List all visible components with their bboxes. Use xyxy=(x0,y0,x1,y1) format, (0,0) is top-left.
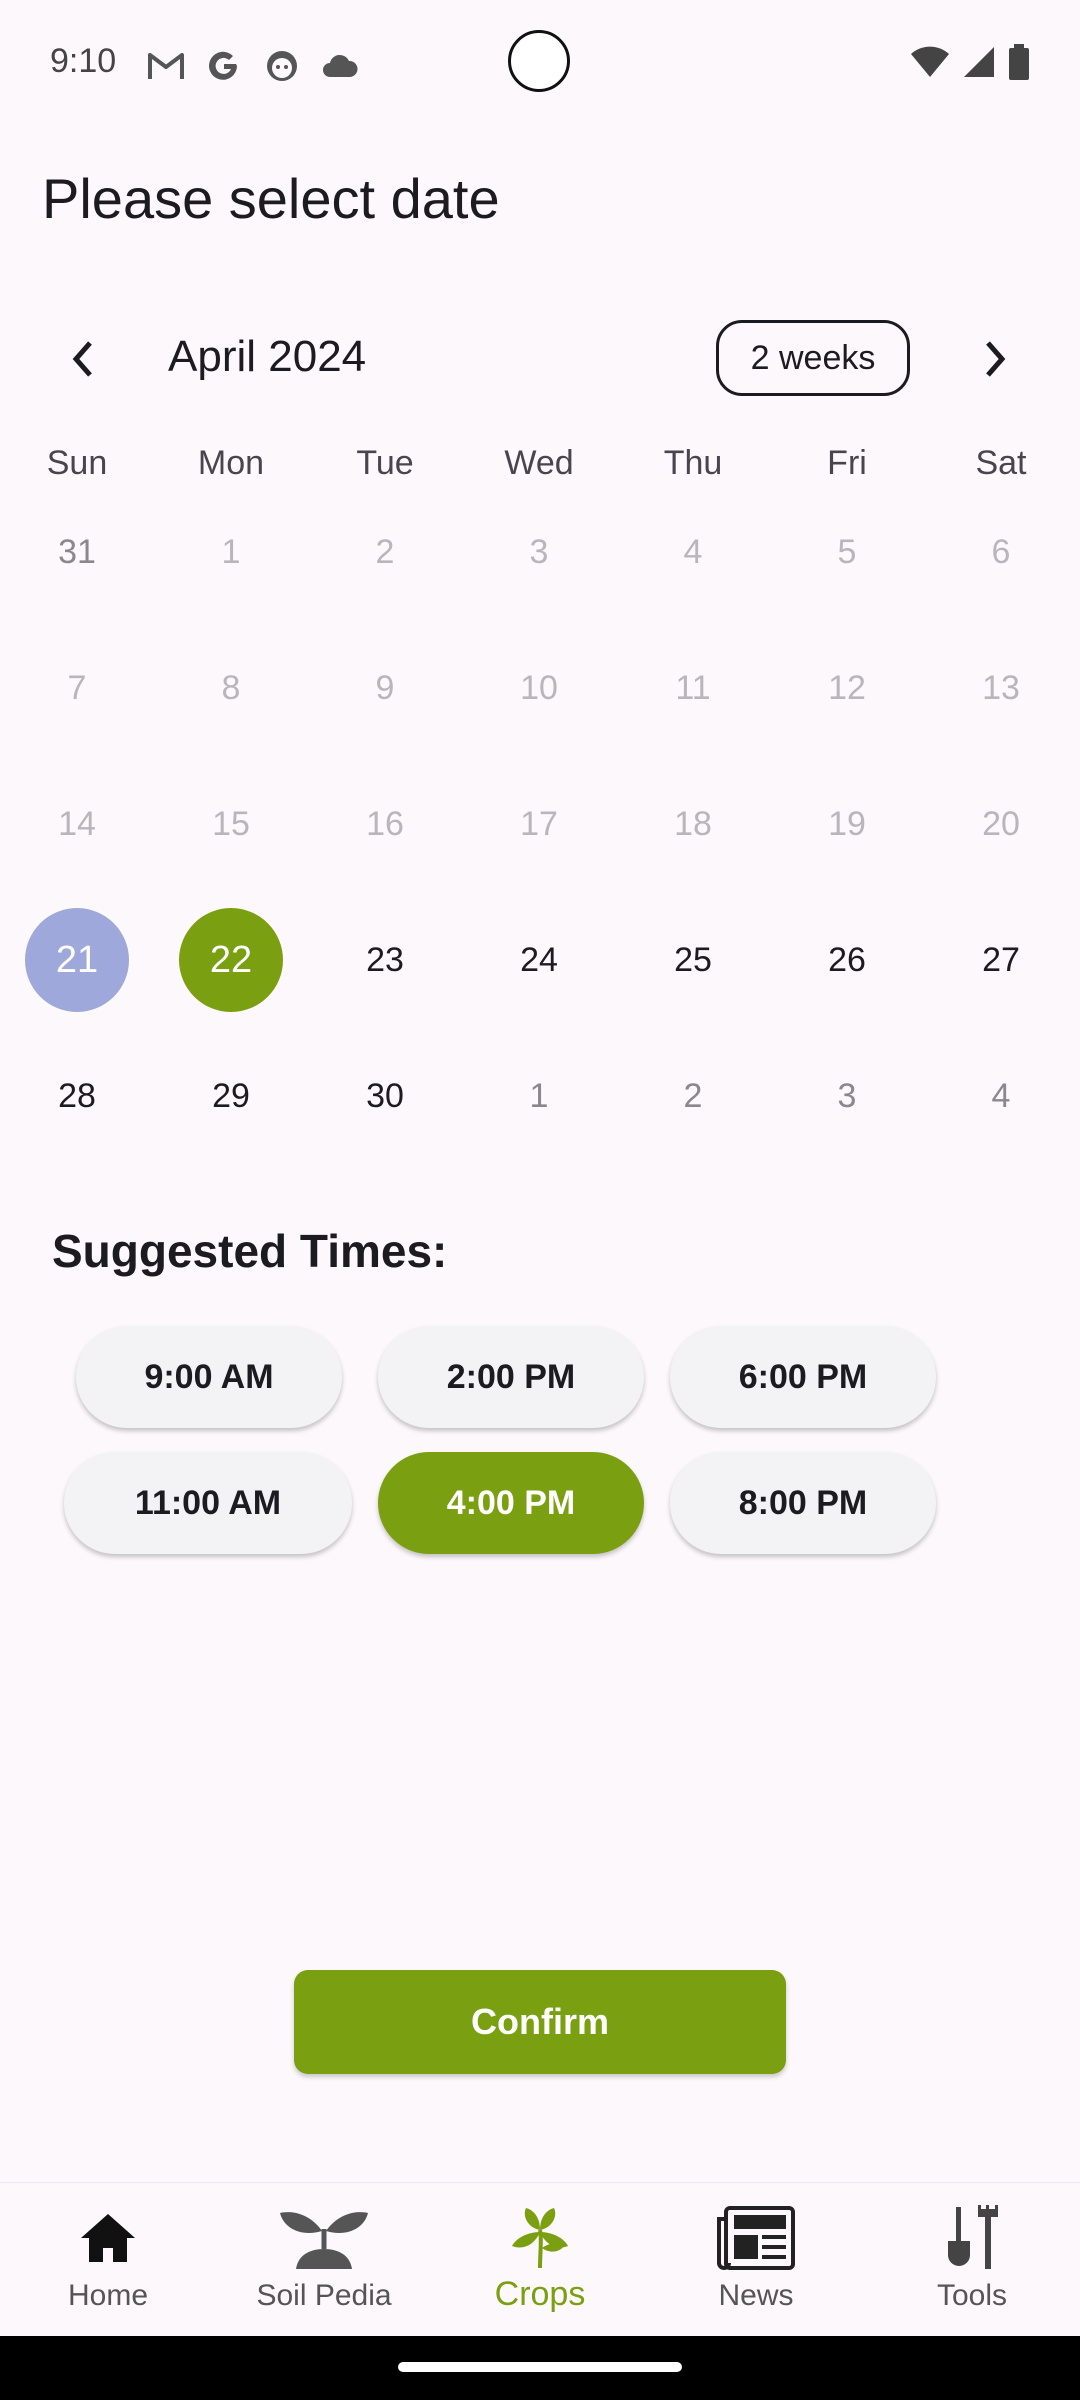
calendar-day: 11 xyxy=(675,668,711,707)
nav-label: Crops xyxy=(494,2275,586,2313)
time-chip[interactable]: 6:00 PM xyxy=(670,1326,936,1428)
nav-item-soil-pedia[interactable]: Soil Pedia xyxy=(216,2183,432,2337)
bottom-navigation: Home Soil Pedia Crops News Tools xyxy=(0,2182,1080,2337)
tools-icon xyxy=(924,2203,1020,2273)
calendar-day: 18 xyxy=(674,804,712,843)
calendar-day: 31 xyxy=(58,532,96,571)
calendar-day-selected[interactable]: 22 xyxy=(154,892,308,1028)
notification-icons xyxy=(146,46,360,86)
home-icon xyxy=(60,2203,156,2273)
system-icons xyxy=(910,44,1030,85)
google-icon xyxy=(204,46,244,86)
calendar-day: 8 xyxy=(221,668,241,707)
calendar-day: 10 xyxy=(520,668,558,707)
home-gesture-handle[interactable] xyxy=(398,2362,682,2372)
calendar-week-row: 28 29 30 1 2 3 4 xyxy=(0,1028,1080,1164)
calendar-day-today[interactable]: 21 xyxy=(0,892,154,1028)
calendar-week-row: 31 1 2 3 4 5 6 xyxy=(0,484,1080,620)
calendar-day: 9 xyxy=(375,668,395,707)
calendar-week-row: 14 15 16 17 18 19 20 xyxy=(0,756,1080,892)
calendar-week-row: 7 8 9 10 11 12 13 xyxy=(0,620,1080,756)
sprout-icon xyxy=(276,2203,372,2273)
status-bar: 9:10 xyxy=(0,0,1080,130)
calendar-day: 15 xyxy=(212,804,250,843)
calendar-day: 4 xyxy=(683,532,703,571)
calendar-day[interactable]: 24 xyxy=(462,892,616,1028)
nav-label: News xyxy=(718,2279,794,2312)
gesture-navigation-bar xyxy=(0,2336,1080,2400)
weekday-label: Sat xyxy=(975,444,1027,482)
nav-item-tools[interactable]: Tools xyxy=(864,2183,1080,2337)
nav-label: Soil Pedia xyxy=(256,2279,392,2312)
wifi-icon xyxy=(910,46,950,83)
signal-icon xyxy=(962,45,996,84)
calendar-day: 19 xyxy=(828,804,866,843)
nav-item-home[interactable]: Home xyxy=(0,2183,216,2337)
camera-cutout xyxy=(508,30,570,92)
calendar-day: 12 xyxy=(828,668,866,707)
next-month-button[interactable] xyxy=(960,318,1030,400)
calendar-day[interactable]: 23 xyxy=(308,892,462,1028)
nav-item-crops[interactable]: Crops xyxy=(432,2183,648,2337)
calendar-week-row: 21 22 23 24 25 26 27 xyxy=(0,892,1080,1028)
calendar-day[interactable]: 1 xyxy=(462,1028,616,1164)
calendar-day: 7 xyxy=(67,668,87,707)
weekday-label: Fri xyxy=(827,444,867,482)
suggested-times-title: Suggested Times: xyxy=(52,1225,448,1277)
calendar-day[interactable]: 30 xyxy=(308,1028,462,1164)
time-chip-selected[interactable]: 4:00 PM xyxy=(378,1452,644,1554)
battery-icon xyxy=(1008,44,1030,85)
calendar-format-button[interactable]: 2 weeks xyxy=(716,320,910,396)
calendar-day[interactable]: 2 xyxy=(616,1028,770,1164)
nav-label: Tools xyxy=(936,2279,1008,2312)
calendar-day[interactable]: 27 xyxy=(924,892,1078,1028)
calendar-day: 2 xyxy=(375,532,395,571)
calendar-day: 5 xyxy=(837,532,857,571)
month-label: April 2024 xyxy=(168,332,367,381)
page-title: Please select date xyxy=(42,167,500,230)
calendar-day[interactable]: 29 xyxy=(154,1028,308,1164)
weekday-label: Tue xyxy=(356,444,414,482)
calendar-day: 1 xyxy=(221,532,241,571)
calendar-day: 17 xyxy=(520,804,558,843)
weekday-label: Mon xyxy=(197,444,265,482)
weekday-label: Sun xyxy=(46,444,108,482)
status-time: 9:10 xyxy=(50,42,117,80)
calendar-day: 20 xyxy=(982,804,1020,843)
chevron-right-icon xyxy=(986,341,1006,377)
gmail-icon xyxy=(146,46,186,86)
confirm-button[interactable]: Confirm xyxy=(294,1970,786,2074)
cloud-icon xyxy=(320,46,360,86)
calendar-day[interactable]: 4 xyxy=(924,1028,1078,1164)
calendar-day[interactable]: 3 xyxy=(770,1028,924,1164)
chevron-left-icon xyxy=(72,341,92,377)
crops-icon xyxy=(492,2203,588,2273)
calendar-header: April 2024 2 weeks xyxy=(0,318,1080,400)
calendar-day: 14 xyxy=(58,804,96,843)
weekday-label: Wed xyxy=(504,444,574,482)
weekday-label: Thu xyxy=(663,444,723,482)
calendar-day[interactable]: 25 xyxy=(616,892,770,1028)
nav-label: Home xyxy=(67,2279,149,2312)
newspaper-icon xyxy=(708,2203,804,2273)
previous-month-button[interactable] xyxy=(48,318,118,400)
calendar-day[interactable]: 26 xyxy=(770,892,924,1028)
time-chip[interactable]: 11:00 AM xyxy=(64,1452,352,1554)
nav-item-news[interactable]: News xyxy=(648,2183,864,2337)
time-chip[interactable]: 9:00 AM xyxy=(76,1326,342,1428)
calendar-day[interactable]: 28 xyxy=(0,1028,154,1164)
calendar-day: 3 xyxy=(529,532,549,571)
time-chip[interactable]: 2:00 PM xyxy=(378,1326,644,1428)
calendar-day: 16 xyxy=(366,804,404,843)
calendar-day: 6 xyxy=(991,532,1011,571)
calendar-day: 13 xyxy=(982,668,1020,707)
time-chip[interactable]: 8:00 PM xyxy=(670,1452,936,1554)
face-icon xyxy=(262,46,302,86)
